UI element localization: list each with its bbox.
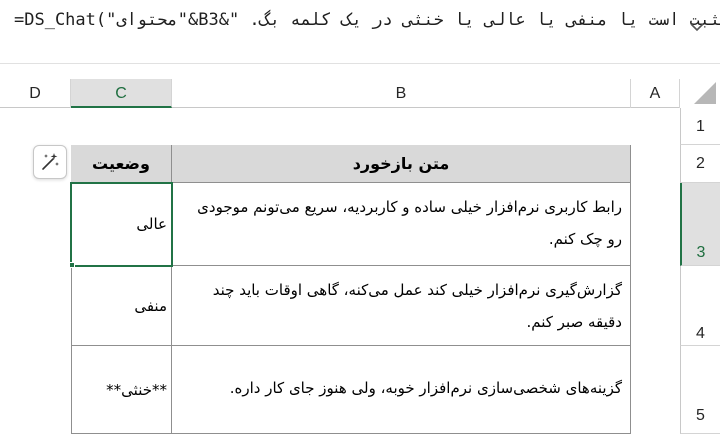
- row-header-3[interactable]: 3: [680, 183, 720, 266]
- formula-bar[interactable]: =DS_Chat("محتوای"&B3&" .مثبت است یا منفی…: [0, 0, 720, 64]
- row-header-1[interactable]: 1: [680, 108, 720, 145]
- column-headers: D C B A: [0, 79, 720, 108]
- row-header-5[interactable]: 5: [680, 346, 720, 434]
- magic-wand-sparkle-icon[interactable]: [33, 145, 67, 179]
- status-cell[interactable]: منفی: [71, 266, 172, 346]
- row-header-4[interactable]: 4: [680, 266, 720, 346]
- feedback-cell[interactable]: گزینه‌های شخصی‌سازی نرم‌افزار خوبه، ولی …: [172, 346, 631, 434]
- column-header-d[interactable]: D: [0, 79, 71, 108]
- formula-input[interactable]: =DS_Chat("محتوای"&B3&" .مثبت است یا منفی…: [14, 10, 720, 30]
- status-cell[interactable]: **خنثی**: [71, 346, 172, 434]
- column-header-c[interactable]: C: [71, 79, 172, 108]
- feedback-cell[interactable]: رابط کاربری نرم‌افزار خیلی ساده و کاربرد…: [172, 183, 631, 266]
- status-cell-active[interactable]: عالی: [70, 182, 173, 267]
- feedback-cell[interactable]: گزارش‌گیری نرم‌افزار خیلی کند عمل می‌کنه…: [172, 266, 631, 346]
- status-column-header[interactable]: وضعیت: [71, 145, 172, 183]
- chevron-down-icon[interactable]: [686, 16, 708, 38]
- fill-handle[interactable]: [69, 262, 75, 268]
- column-header-a[interactable]: A: [631, 79, 680, 108]
- select-all-corner[interactable]: [680, 79, 720, 108]
- column-header-b[interactable]: B: [172, 79, 631, 108]
- select-all-icon: [694, 82, 716, 104]
- feedback-column-header[interactable]: متن بازخورد: [172, 145, 631, 183]
- row-header-2[interactable]: 2: [680, 145, 720, 183]
